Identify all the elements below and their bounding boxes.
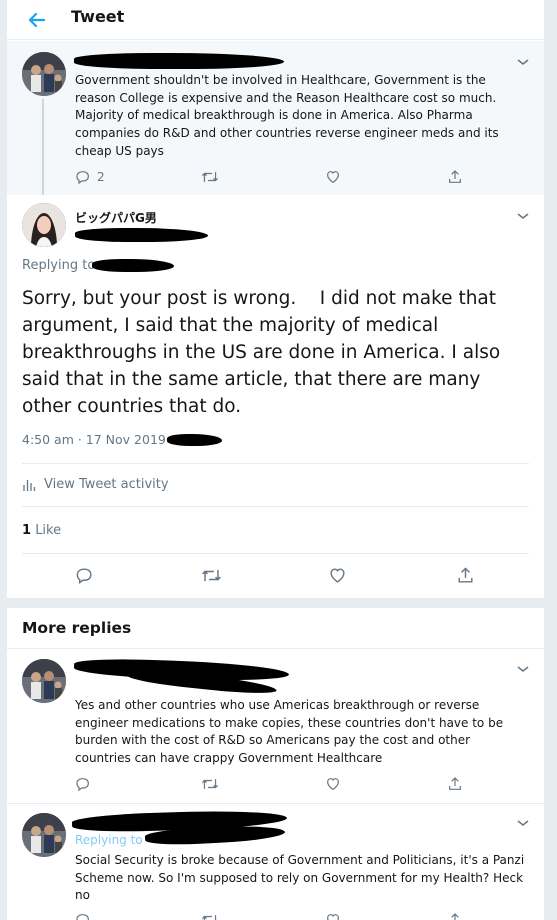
header: Tweet: [7, 0, 544, 40]
reply-count: 2: [97, 170, 105, 184]
reply-icon: [76, 568, 92, 585]
share-button[interactable]: [447, 169, 463, 185]
like-icon: [330, 568, 345, 583]
like-icon: [327, 171, 339, 184]
replying-to-label: Replying to: [22, 258, 96, 273]
reply-button[interactable]: [75, 912, 91, 920]
share-icon: [458, 567, 473, 583]
tweet-text: Sorry, but your post is wrong. I did not…: [22, 288, 507, 417]
retweet-icon: [201, 172, 219, 182]
chevron-down-icon[interactable]: [516, 54, 530, 68]
divider: [22, 553, 529, 554]
activity-label: View Tweet activity: [44, 477, 169, 492]
avatar[interactable]: [22, 659, 66, 703]
reply-icon: [76, 778, 89, 792]
share-icon: [451, 913, 459, 920]
like-button[interactable]: [325, 169, 341, 185]
like-count: 1: [22, 523, 32, 538]
avatar[interactable]: [22, 813, 66, 857]
retweet-button[interactable]: [201, 169, 219, 185]
share-icon: [449, 777, 461, 790]
thread-line: [42, 99, 44, 195]
redacted-name: [74, 53, 284, 69]
chevron-down-icon[interactable]: [516, 208, 530, 222]
retweet-button[interactable]: [201, 566, 222, 585]
tweet-page: Tweet Government shouldn't be involved i…: [7, 0, 544, 920]
action-bar: [75, 566, 475, 586]
divider: [22, 506, 529, 507]
share-icon: [449, 170, 461, 183]
page-title: Tweet: [71, 7, 125, 26]
parent-tweet[interactable]: Government shouldn't be involved in Heal…: [7, 41, 544, 195]
avatar[interactable]: [22, 52, 66, 96]
reply-tweet[interactable]: Yes and other countries who use Americas…: [7, 648, 544, 803]
more-replies-heading: More replies: [22, 619, 132, 637]
view-activity-link[interactable]: View Tweet activity: [22, 477, 169, 492]
like-label: Like: [35, 523, 62, 538]
action-bar: 2: [75, 169, 475, 189]
retweet-icon: [201, 915, 217, 920]
likes-summary[interactable]: 1 Like: [22, 523, 61, 538]
retweet-icon: [202, 569, 221, 582]
divider: [22, 463, 529, 464]
like-button[interactable]: [325, 776, 341, 792]
reply-icon: [76, 171, 89, 185]
share-button[interactable]: [447, 912, 463, 920]
redacted-mention: [92, 259, 174, 272]
display-name[interactable]: ビッグパパG男: [75, 209, 157, 226]
retweet-button[interactable]: [201, 912, 219, 920]
reply-icon: [76, 914, 89, 920]
like-button[interactable]: [328, 566, 347, 585]
reply-tweet[interactable]: Replying to Social Security is broke bec…: [7, 803, 544, 920]
back-arrow-icon[interactable]: [23, 7, 49, 33]
retweet-icon: [201, 779, 219, 789]
avatar[interactable]: [22, 203, 66, 247]
replying-to-label: Replying to: [75, 833, 143, 847]
share-button[interactable]: [456, 566, 475, 585]
like-button[interactable]: [325, 912, 341, 920]
section-gap: [7, 598, 544, 608]
retweet-button[interactable]: [201, 776, 219, 792]
redacted-handle: [75, 228, 208, 242]
activity-icon: [23, 479, 36, 491]
action-bar: [75, 912, 475, 920]
tweet-timestamp[interactable]: 4:50 am · 17 Nov 2019 ·: [22, 432, 174, 447]
reply-button[interactable]: 2: [75, 169, 105, 185]
tweet-text: Social Security is broke because of Gove…: [75, 853, 525, 903]
action-bar: [75, 776, 475, 796]
like-icon: [327, 914, 339, 920]
reply-button[interactable]: [75, 776, 91, 792]
reply-button[interactable]: [75, 566, 94, 585]
redacted-client: [167, 434, 222, 446]
main-tweet: ビッグパパG男 Replying to Sorry, but your post…: [7, 195, 544, 598]
like-icon: [327, 778, 339, 791]
chevron-down-icon[interactable]: [516, 815, 530, 829]
tweet-text: Government shouldn't be involved in Heal…: [75, 73, 499, 158]
tweet-text: Yes and other countries who use Americas…: [75, 698, 504, 766]
chevron-down-icon[interactable]: [516, 661, 530, 675]
share-button[interactable]: [447, 776, 463, 792]
